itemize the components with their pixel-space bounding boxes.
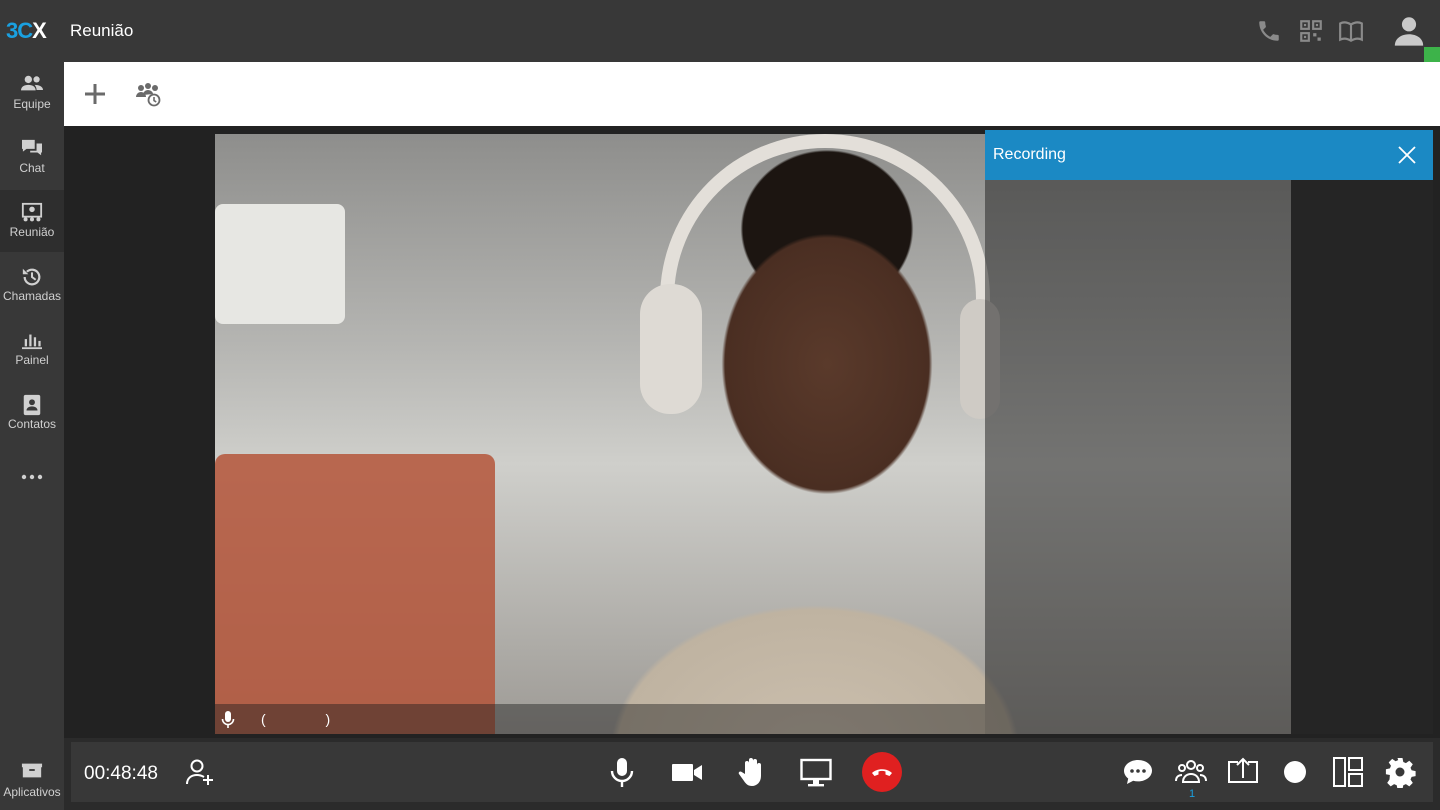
- close-icon[interactable]: [1397, 145, 1417, 165]
- meeting-icon: [21, 202, 43, 222]
- hang-up-icon: [872, 769, 892, 776]
- participants-icon[interactable]: [1175, 756, 1207, 788]
- scheduled-meeting-icon[interactable]: [135, 81, 161, 107]
- panel-chart-icon: [22, 334, 42, 350]
- logo-x: X: [32, 18, 47, 43]
- user-avatar-icon[interactable]: [1392, 12, 1426, 48]
- participants-count-badge: 1: [1188, 788, 1196, 800]
- video-background-plant: [215, 204, 345, 324]
- call-timer: 00:48:48: [84, 763, 158, 784]
- apps-box-icon: [21, 763, 43, 778]
- record-icon[interactable]: [1279, 756, 1311, 788]
- chat-icon[interactable]: [1122, 756, 1154, 788]
- add-participant-icon[interactable]: [184, 756, 216, 788]
- team-icon: [21, 75, 43, 91]
- add-meeting-icon[interactable]: [84, 83, 106, 105]
- contacts-icon: [23, 394, 41, 416]
- app-logo[interactable]: 3CX: [6, 18, 47, 44]
- history-icon: [22, 268, 41, 286]
- video-footer: ( ): [215, 704, 985, 734]
- sidebar: Equipe Chat Reunião Chamadas Painel Cont…: [0, 62, 64, 810]
- call-control-bar: 00:48:48 1: [71, 742, 1433, 802]
- book-icon[interactable]: [1338, 18, 1364, 44]
- presence-status-indicator: [1424, 47, 1440, 62]
- mic-status-icon: [221, 711, 235, 728]
- recording-panel: Recording: [985, 130, 1433, 734]
- sidebar-item-painel[interactable]: Painel: [0, 318, 64, 380]
- app-window: 3CX Reunião Equipe Chat Reunião Chamadas…: [0, 0, 1440, 810]
- upload-share-icon[interactable]: [1227, 756, 1259, 788]
- share-screen-icon[interactable]: [800, 756, 832, 788]
- meeting-stage: ( ) Recording: [64, 126, 1440, 738]
- top-bar: 3CX Reunião: [0, 0, 1440, 62]
- sidebar-item-label: Aplicativos: [3, 785, 61, 799]
- sidebar-item-reuniao[interactable]: Reunião: [0, 190, 64, 252]
- sidebar-item-label: Contatos: [7, 417, 57, 431]
- layout-icon[interactable]: [1332, 756, 1364, 788]
- raise-hand-icon[interactable]: [736, 756, 768, 788]
- qr-code-icon[interactable]: [1298, 18, 1324, 44]
- page-title: Reunião: [70, 21, 134, 40]
- sidebar-item-label: Equipe: [13, 97, 51, 111]
- sidebar-item-aplicativos[interactable]: Aplicativos: [0, 750, 64, 810]
- microphone-icon[interactable]: [606, 756, 638, 788]
- sidebar-item-chamadas[interactable]: Chamadas: [0, 254, 64, 316]
- sidebar-item-label: Painel: [15, 353, 49, 367]
- video-headphone-left: [640, 284, 702, 414]
- hang-up-button[interactable]: [862, 752, 902, 792]
- sidebar-item-label: Chat: [19, 161, 45, 175]
- participant-name: ( ): [261, 711, 359, 727]
- sidebar-item-label: Chamadas: [2, 289, 62, 303]
- meeting-toolbar: [64, 62, 1440, 126]
- sidebar-item-label: Reunião: [9, 225, 55, 239]
- sidebar-item-equipe[interactable]: Equipe: [0, 62, 64, 124]
- logo-3: 3: [6, 18, 18, 43]
- sidebar-item-contatos[interactable]: Contatos: [0, 382, 64, 444]
- phone-icon[interactable]: [1256, 18, 1282, 44]
- recording-panel-title: Recording: [993, 146, 1066, 163]
- recording-panel-header: Recording: [985, 130, 1433, 180]
- more-dots-icon: [21, 474, 43, 480]
- video-background-chair: [215, 454, 495, 734]
- sidebar-item-chat[interactable]: Chat: [0, 126, 64, 188]
- logo-c: C: [17, 18, 33, 43]
- chat-icon: [22, 139, 42, 156]
- camera-icon[interactable]: [671, 756, 703, 788]
- settings-gear-icon[interactable]: [1384, 756, 1416, 788]
- sidebar-item-more[interactable]: [0, 446, 64, 508]
